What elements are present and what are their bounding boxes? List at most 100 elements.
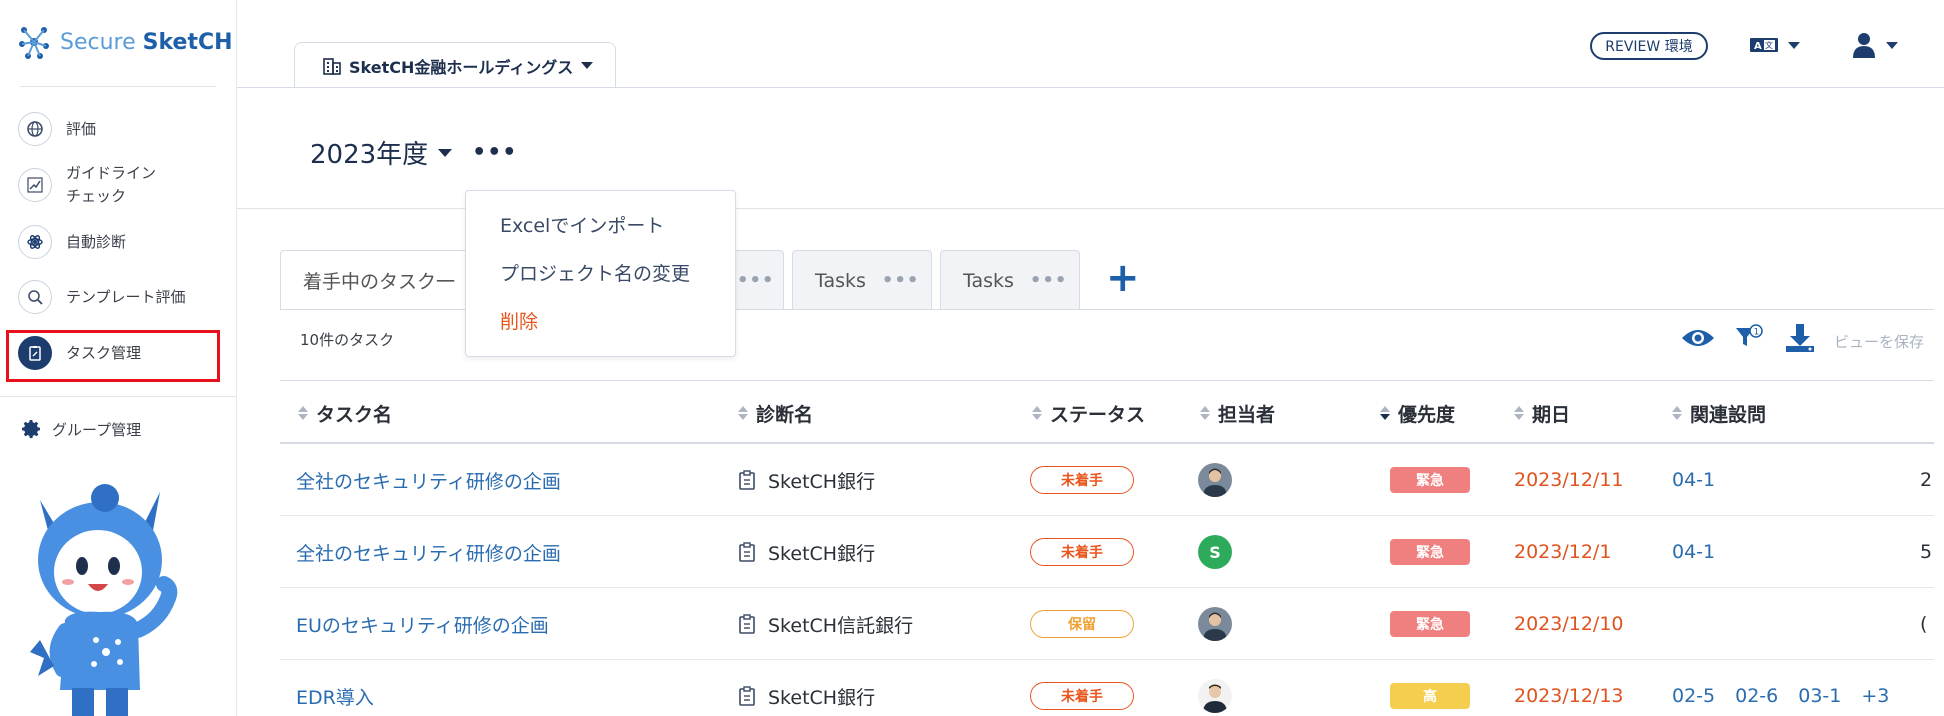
- tab-more-icon[interactable]: •••: [1030, 270, 1068, 291]
- user-menu-button[interactable]: [1852, 32, 1898, 58]
- status-cell[interactable]: 未着手: [1030, 660, 1134, 716]
- column-header-due-date[interactable]: 期日: [1514, 381, 1570, 445]
- priority-cell[interactable]: 高: [1390, 660, 1470, 716]
- save-view-button[interactable]: ビューを保存: [1834, 331, 1924, 352]
- logo[interactable]: Secure SketCH: [18, 24, 233, 60]
- priority-badge[interactable]: 緊急: [1390, 467, 1470, 493]
- download-button[interactable]: [1784, 322, 1816, 358]
- column-header-status[interactable]: ステータス: [1032, 381, 1145, 445]
- column-header-related-questions[interactable]: 関連設問: [1672, 381, 1766, 445]
- assignee-cell[interactable]: S: [1198, 516, 1232, 588]
- priority-cell[interactable]: 緊急: [1390, 444, 1470, 516]
- task-count: 10件のタスク: [300, 331, 395, 349]
- truncated-cell: (: [1920, 613, 1928, 635]
- avatar[interactable]: [1198, 607, 1232, 641]
- related-question-link[interactable]: 04-1: [1672, 541, 1715, 563]
- assignee-cell[interactable]: [1198, 444, 1232, 516]
- column-label: 優先度: [1398, 403, 1456, 426]
- sort-icon: [1200, 406, 1210, 420]
- table-row[interactable]: EDR導入 SketCH銀行 未着手 高 2023/12/13 02-5 02-…: [280, 660, 1934, 716]
- status-badge[interactable]: 未着手: [1030, 682, 1134, 710]
- visibility-button[interactable]: [1680, 324, 1716, 356]
- diagnosis-cell: SketCH銀行: [738, 444, 875, 516]
- diagnosis-cell: SketCH信託銀行: [738, 588, 913, 660]
- menu-item-rename-project[interactable]: プロジェクト名の変更: [500, 259, 690, 286]
- divider: [237, 87, 1944, 88]
- status-cell[interactable]: 保留: [1030, 588, 1134, 660]
- status-badge[interactable]: 未着手: [1030, 466, 1134, 494]
- table-row[interactable]: 全社のセキュリティ研修の企画 SketCH銀行 未着手 緊急 2023/12/1…: [280, 444, 1934, 516]
- column-header-diagnosis[interactable]: 診断名: [738, 381, 813, 445]
- sidebar-item-evaluation[interactable]: 評価: [18, 112, 96, 146]
- filter-button[interactable]: 1: [1734, 322, 1764, 356]
- column-header-priority[interactable]: 優先度: [1380, 381, 1455, 445]
- chart-icon: [18, 168, 52, 202]
- priority-badge[interactable]: 緊急: [1390, 611, 1470, 637]
- related-questions[interactable]: 02-5 02-6 03-1 +3: [1672, 660, 1909, 716]
- table-header: タスク名 診断名 ステータス 担当者 優先度 期日 関連設問: [280, 380, 1934, 444]
- status-cell[interactable]: 未着手: [1030, 516, 1134, 588]
- task-name-link[interactable]: 全社のセキュリティ研修の企画: [296, 444, 561, 516]
- eye-icon: [1682, 330, 1714, 346]
- tab-view-in-progress[interactable]: 着手中のタスク一: [280, 250, 490, 310]
- priority-badge[interactable]: 緊急: [1390, 539, 1470, 565]
- related-questions[interactable]: 04-1: [1672, 444, 1735, 516]
- priority-cell[interactable]: 緊急: [1390, 588, 1470, 660]
- logo-icon: [19, 27, 49, 59]
- priority-badge[interactable]: 高: [1390, 683, 1470, 709]
- menu-item-delete[interactable]: 削除: [500, 307, 538, 334]
- tab-more-icon[interactable]: •••: [737, 270, 775, 291]
- assignee-cell[interactable]: [1198, 588, 1232, 660]
- sidebar-item-label: 自動診断: [66, 232, 127, 251]
- clipboard-icon: [739, 686, 755, 706]
- globe-icon: [18, 112, 52, 146]
- tab-label: Tasks: [963, 269, 1014, 292]
- tab-more-icon[interactable]: •••: [882, 270, 920, 291]
- due-date: 2023/12/10: [1514, 613, 1624, 635]
- related-question-link[interactable]: 04-1: [1672, 469, 1715, 491]
- related-question-link[interactable]: 02-6: [1735, 685, 1778, 707]
- sort-icon: [1672, 406, 1682, 420]
- status-badge[interactable]: 保留: [1030, 610, 1134, 638]
- filter-count-badge: 1: [1754, 328, 1760, 338]
- company-selector[interactable]: SketCH金融ホールディングス: [294, 42, 616, 88]
- task-name-link[interactable]: EUのセキュリティ研修の企画: [296, 588, 549, 660]
- related-question-link[interactable]: 02-5: [1672, 685, 1715, 707]
- status-badge[interactable]: 未着手: [1030, 538, 1134, 566]
- more-options-button[interactable]: •••: [472, 140, 517, 165]
- related-question-link[interactable]: 03-1: [1798, 685, 1841, 707]
- tab-view-tasks-2[interactable]: Tasks •••: [940, 250, 1080, 310]
- related-question-more[interactable]: +3: [1861, 685, 1889, 707]
- column-label: 診断名: [756, 403, 814, 426]
- avatar[interactable]: [1198, 679, 1232, 713]
- sidebar-item-auto-diagnosis[interactable]: 自動診断: [18, 225, 126, 259]
- sort-icon: [298, 406, 308, 420]
- column-header-assignee[interactable]: 担当者: [1200, 381, 1275, 445]
- menu-item-import-excel[interactable]: Excelでインポート: [500, 211, 664, 238]
- avatar[interactable]: S: [1198, 535, 1232, 569]
- sidebar: Secure SketCH 評価 ガイドライン チェック 自動診断 テンプレート…: [0, 0, 237, 716]
- related-questions[interactable]: 04-1: [1672, 516, 1735, 588]
- status-cell[interactable]: 未着手: [1030, 444, 1134, 516]
- assignee-cell[interactable]: [1198, 660, 1232, 716]
- download-icon: [1786, 324, 1814, 352]
- add-view-button[interactable]: +: [1106, 258, 1140, 298]
- priority-cell[interactable]: 緊急: [1390, 516, 1470, 588]
- company-name: SketCH金融ホールディングス: [349, 57, 574, 77]
- avatar[interactable]: [1198, 463, 1232, 497]
- language-button[interactable]: A文: [1750, 36, 1800, 54]
- sidebar-item-guideline-check[interactable]: ガイドライン チェック: [18, 162, 156, 208]
- task-name-link[interactable]: 全社のセキュリティ研修の企画: [296, 516, 561, 588]
- tab-view-tasks-1[interactable]: Tasks •••: [792, 250, 932, 310]
- search-icon: [18, 280, 52, 314]
- sidebar-item-template-evaluation[interactable]: テンプレート評価: [18, 280, 186, 314]
- fiscal-year-selector[interactable]: 2023年度 •••: [310, 134, 517, 171]
- task-name-link[interactable]: EDR導入: [296, 660, 374, 716]
- column-header-task-name[interactable]: タスク名: [298, 381, 392, 445]
- table-row[interactable]: EUのセキュリティ研修の企画 SketCH信託銀行 保留 緊急 2023/12/…: [280, 588, 1934, 660]
- sidebar-item-label: ガイドライン チェック: [66, 164, 157, 205]
- diagnosis-cell: SketCH銀行: [738, 660, 875, 716]
- sidebar-item-group-management[interactable]: グループ管理: [20, 418, 141, 440]
- sort-desc-icon: [1380, 406, 1390, 420]
- table-row[interactable]: 全社のセキュリティ研修の企画 SketCH銀行 未着手 S 緊急 2023/12…: [280, 516, 1934, 588]
